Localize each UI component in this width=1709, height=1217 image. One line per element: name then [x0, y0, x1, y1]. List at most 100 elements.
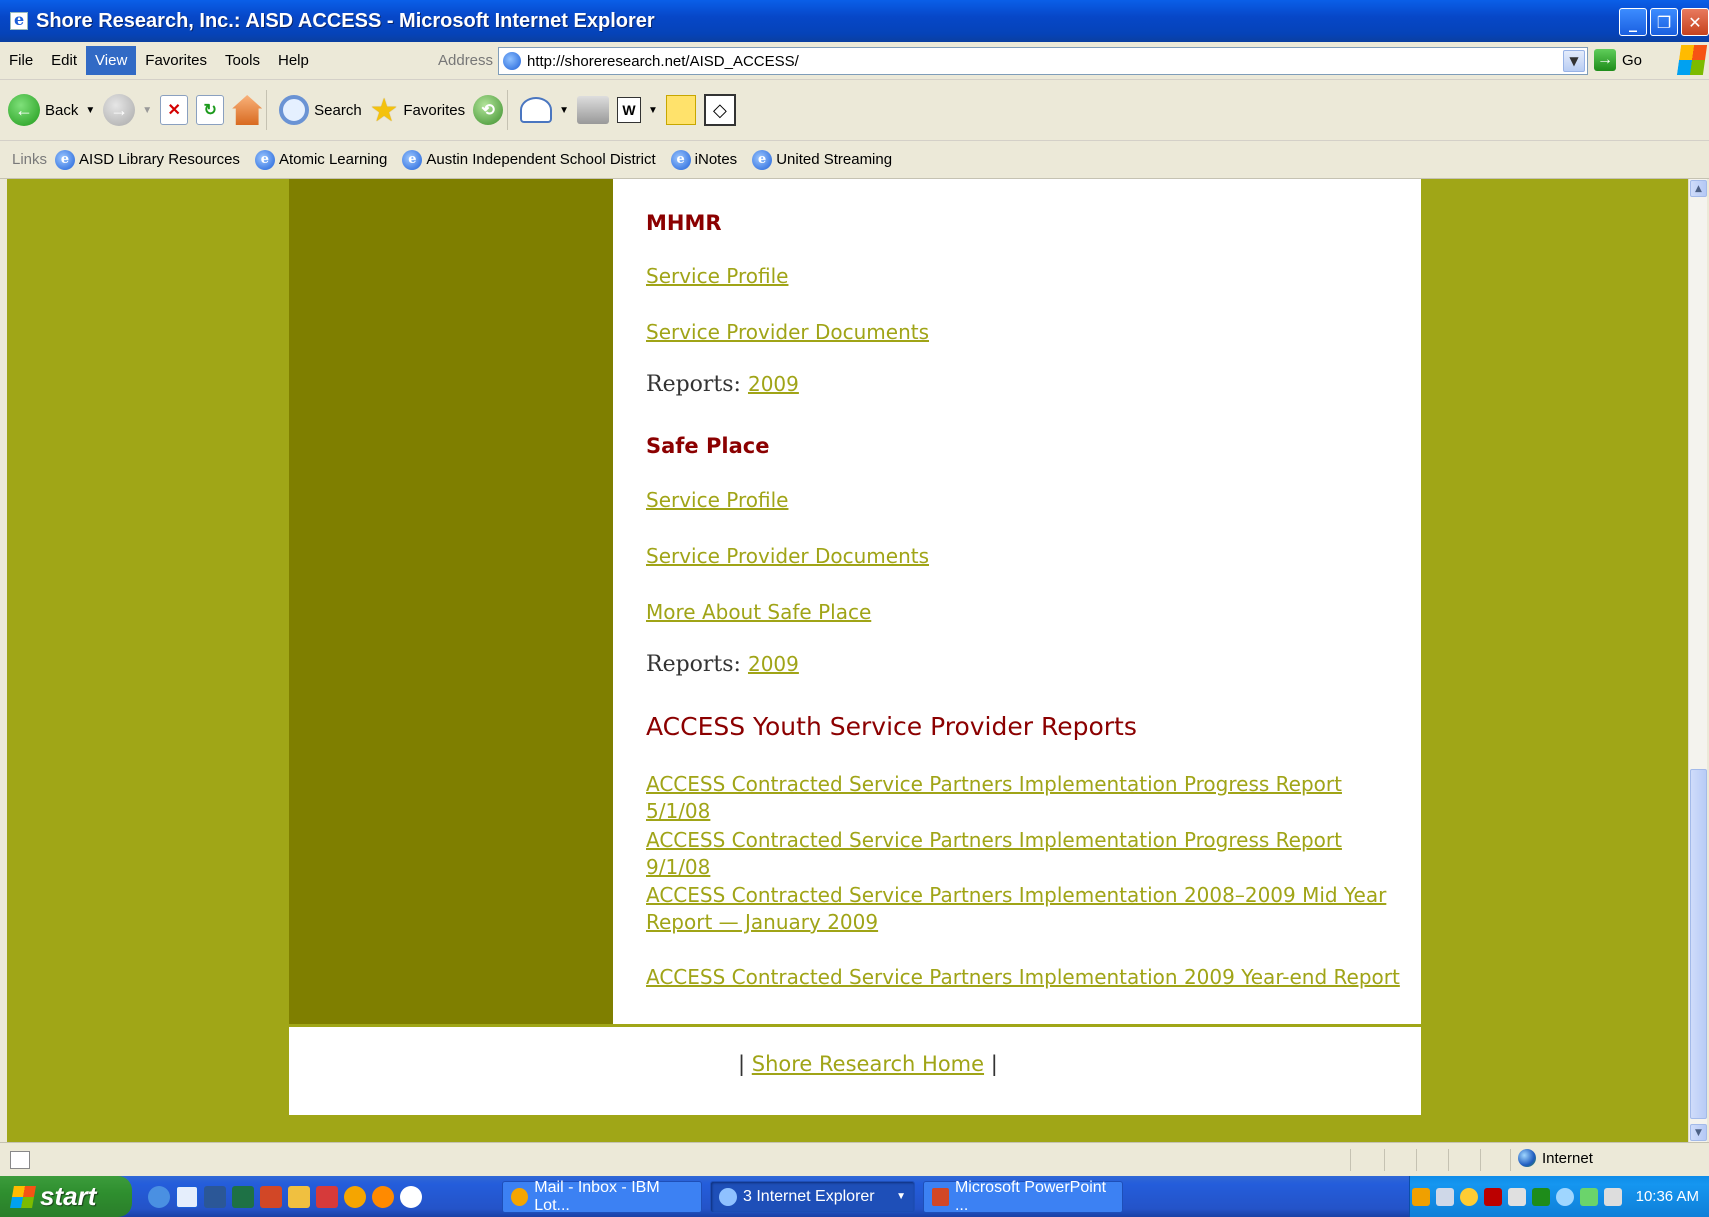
mail-icon[interactable] [520, 97, 553, 123]
star-icon: ★ [369, 92, 399, 128]
lotus-notes-icon[interactable] [344, 1185, 366, 1208]
youth-reports-heading: ACCESS Youth Service Provider Reports [646, 712, 1137, 741]
forward-dropdown-icon[interactable]: ▼ [142, 105, 152, 116]
tray-icon[interactable] [1507, 1187, 1526, 1206]
footer-separator: | [738, 1052, 746, 1076]
shore-research-home-link[interactable]: Shore Research Home [752, 1052, 984, 1076]
messenger-icon[interactable]: ◇ [703, 94, 736, 126]
menu-view[interactable]: View [86, 46, 137, 75]
tray-icon[interactable] [1579, 1187, 1598, 1206]
back-button[interactable]: ← Back ▼ [8, 94, 95, 126]
task-internet-explorer[interactable]: 3 Internet Explorer ▼ [710, 1180, 915, 1213]
link-atomic-learning[interactable]: e Atomic Learning [254, 149, 387, 170]
ie-link-icon: e [254, 149, 275, 170]
tray-icon[interactable] [1459, 1187, 1478, 1206]
scroll-up-icon[interactable]: ▲ [1690, 180, 1707, 197]
more-about-safe-place-link[interactable]: More About Safe Place [646, 599, 1406, 626]
forward-button[interactable]: → ▼ [103, 94, 152, 126]
mail-dropdown-icon[interactable]: ▼ [559, 105, 569, 116]
safe-place-provider-documents-link[interactable]: Service Provider Documents [646, 543, 1406, 570]
address-url[interactable]: http://shoreresearch.net/AISD_ACCESS/ [527, 53, 799, 70]
status-divider [1510, 1149, 1511, 1171]
firefox-icon[interactable] [372, 1185, 394, 1208]
link-label: Austin Independent School District [426, 151, 656, 168]
excel-icon[interactable] [232, 1185, 254, 1208]
search-button[interactable]: Search [279, 95, 362, 125]
page-icon [503, 52, 521, 70]
word-icon[interactable] [204, 1185, 226, 1208]
zone-label: Internet [1542, 1149, 1593, 1167]
note-icon[interactable] [665, 95, 696, 125]
address-field[interactable]: http://shoreresearch.net/AISD_ACCESS/ ▼ [498, 47, 1588, 75]
task-group-dropdown-icon[interactable]: ▼ [896, 1191, 906, 1202]
report-link-year-end[interactable]: ACCESS Contracted Service Partners Imple… [646, 964, 1406, 991]
task-mail-inbox[interactable]: Mail - Inbox - IBM Lot... [502, 1178, 702, 1214]
edit-word-icon[interactable]: W [616, 97, 641, 123]
tray-icon[interactable] [1435, 1187, 1454, 1206]
home-icon[interactable] [232, 95, 263, 125]
address-dropdown-icon[interactable]: ▼ [1563, 50, 1585, 72]
menu-help[interactable]: Help [269, 46, 318, 75]
tray-icon[interactable] [1555, 1187, 1574, 1206]
status-bar: Internet [0, 1142, 1709, 1176]
tray-icon[interactable] [1603, 1187, 1622, 1206]
minimize-button[interactable]: _ [1619, 8, 1647, 36]
tray-icon[interactable] [1411, 1187, 1430, 1206]
link-label: United Streaming [776, 151, 893, 168]
back-dropdown-icon[interactable]: ▼ [85, 105, 95, 116]
link-united-streaming[interactable]: e United Streaming [752, 149, 893, 170]
stop-icon[interactable]: ✕ [160, 95, 189, 125]
menu-edit[interactable]: Edit [42, 46, 86, 75]
mhmr-service-profile-link[interactable]: Service Profile [646, 263, 1406, 290]
toolbar-separator [266, 90, 268, 130]
publisher-icon[interactable] [288, 1185, 310, 1208]
safe-place-service-profile-link[interactable]: Service Profile [646, 487, 1406, 514]
powerpoint-icon[interactable] [260, 1185, 282, 1208]
back-arrow-icon: ← [8, 94, 40, 126]
scroll-thumb[interactable] [1690, 769, 1707, 1119]
history-icon[interactable]: ⟲ [473, 95, 504, 125]
link-inotes[interactable]: e iNotes [670, 149, 738, 170]
refresh-icon[interactable]: ↻ [196, 95, 225, 125]
print-icon[interactable] [576, 96, 609, 124]
start-button[interactable]: start [0, 1176, 132, 1217]
back-label: Back [45, 101, 79, 119]
menu-tools[interactable]: Tools [216, 46, 269, 75]
restore-button[interactable]: ❐ [1650, 8, 1678, 36]
link-label: iNotes [694, 151, 738, 168]
favorites-button[interactable]: ★ Favorites [370, 94, 465, 126]
safe-place-reports-2009-link[interactable]: 2009 [748, 652, 799, 676]
report-link-5-1-08[interactable]: ACCESS Contracted Service Partners Imple… [646, 771, 1406, 825]
footer-separator: | [990, 1052, 998, 1076]
window-title: Shore Research, Inc.: AISD ACCESS - Micr… [36, 9, 655, 32]
menu-bar: File Edit View Favorites Tools Help Addr… [0, 42, 1709, 80]
report-link-mid-year[interactable]: ACCESS Contracted Service Partners Imple… [646, 882, 1406, 936]
app-icon[interactable] [316, 1185, 338, 1208]
mhmr-provider-documents-link[interactable]: Service Provider Documents [646, 319, 1406, 346]
ie-secondary-icon[interactable] [176, 1185, 198, 1208]
scroll-down-icon[interactable]: ▼ [1690, 1124, 1707, 1141]
task-label: Mail - Inbox - IBM Lot... [534, 1178, 660, 1214]
media-player-icon[interactable] [400, 1185, 422, 1208]
close-button[interactable]: ✕ [1681, 8, 1709, 36]
tray-icon[interactable] [1531, 1187, 1550, 1206]
ie-link-icon: e [55, 149, 76, 170]
forward-arrow-icon: → [103, 94, 136, 126]
menu-favorites[interactable]: Favorites [136, 46, 216, 75]
task-label: 3 Internet Explorer [743, 1187, 875, 1205]
ie-quicklaunch-icon[interactable] [148, 1185, 170, 1208]
vertical-scrollbar[interactable]: ▲ ▼ [1688, 179, 1707, 1142]
report-link-9-1-08[interactable]: ACCESS Contracted Service Partners Imple… [646, 827, 1406, 881]
menu-file[interactable]: File [0, 46, 42, 75]
task-powerpoint[interactable]: Microsoft PowerPoint ... [923, 1179, 1123, 1214]
network-error-icon[interactable] [1483, 1187, 1502, 1206]
mhmr-reports-2009-link[interactable]: 2009 [748, 372, 799, 396]
go-button[interactable]: → Go [1594, 49, 1642, 71]
link-aisd-library[interactable]: e AISD Library Resources [55, 149, 240, 170]
favorites-label: Favorites [403, 101, 466, 119]
standard-toolbar: ← Back ▼ → ▼ ✕ ↻ Search ★ Favorites ⟲ ▼ … [0, 80, 1709, 141]
reports-label: Reports: [646, 652, 741, 677]
link-austin-isd[interactable]: e Austin Independent School District [402, 149, 656, 170]
ie-task-icon [719, 1187, 737, 1206]
edit-dropdown-icon[interactable]: ▼ [648, 105, 658, 116]
